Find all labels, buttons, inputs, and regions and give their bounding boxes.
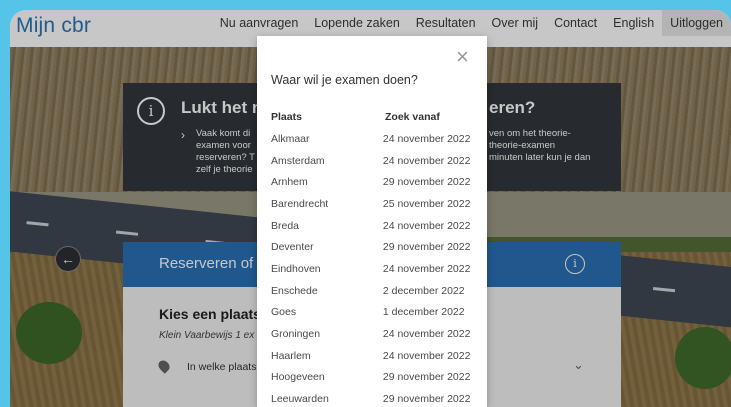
- column-header-place: Plaats: [271, 111, 302, 123]
- location-row[interactable]: Goes 1 december 2022: [271, 302, 481, 324]
- location-place: Arnhem: [271, 176, 308, 189]
- location-place: Alkmaar: [271, 132, 310, 145]
- location-row[interactable]: Groningen 24 november 2022: [271, 323, 481, 345]
- location-list: Alkmaar 24 november 2022 Amsterdam 24 novem…: [271, 128, 481, 407]
- location-modal: × Waar wil je examen doen? Plaats Zoek v…: [257, 36, 487, 407]
- location-row[interactable]: Enschede 2 december 2022: [271, 280, 481, 302]
- location-place: Leeuwarden: [271, 393, 329, 406]
- location-date: 29 november 2022: [382, 176, 471, 189]
- location-place: Goes: [271, 306, 297, 319]
- location-date: 24 november 2022: [382, 154, 471, 167]
- location-place: Enschede: [271, 284, 318, 297]
- location-date: 24 november 2022: [382, 132, 471, 145]
- close-icon[interactable]: ×: [456, 46, 469, 68]
- location-place: Amsterdam: [271, 154, 325, 167]
- location-row[interactable]: Barendrecht 25 november 2022: [271, 193, 481, 215]
- location-date: 29 november 2022: [382, 393, 471, 406]
- location-row[interactable]: Deventer 29 november 2022: [271, 236, 481, 258]
- location-row[interactable]: Breda 24 november 2022: [271, 215, 481, 237]
- location-place: Breda: [271, 219, 300, 232]
- location-date: 24 november 2022: [382, 328, 471, 341]
- location-date: 29 november 2022: [382, 241, 471, 254]
- location-date: 1 december 2022: [382, 306, 465, 319]
- location-date: 24 november 2022: [382, 349, 471, 362]
- location-row[interactable]: Arnhem 29 november 2022: [271, 171, 481, 193]
- location-place: Hoogeveen: [271, 371, 325, 384]
- location-row[interactable]: Leeuwarden 29 november 2022: [271, 388, 481, 407]
- location-place: Haarlem: [271, 349, 311, 362]
- location-row[interactable]: Haarlem 24 november 2022: [271, 345, 481, 367]
- modal-title: Waar wil je examen doen?: [271, 73, 418, 87]
- location-date: 24 november 2022: [382, 219, 471, 232]
- column-header-date: Zoek vanaf: [385, 111, 440, 123]
- location-place: Deventer: [271, 241, 314, 254]
- location-row[interactable]: Amsterdam 24 november 2022: [271, 150, 481, 172]
- location-date: 25 november 2022: [382, 197, 471, 210]
- location-place: Groningen: [271, 328, 321, 341]
- location-date: 2 december 2022: [382, 284, 465, 297]
- location-row[interactable]: Alkmaar 24 november 2022: [271, 128, 481, 150]
- location-place: Eindhoven: [271, 262, 321, 275]
- browser-frame: Mijn cbr Nu aanvragen Lopende zaken Resu…: [10, 10, 731, 407]
- location-row[interactable]: Hoogeveen 29 november 2022: [271, 367, 481, 389]
- location-date: 29 november 2022: [382, 371, 471, 384]
- location-date: 24 november 2022: [382, 262, 471, 275]
- location-row[interactable]: Eindhoven 24 november 2022: [271, 258, 481, 280]
- location-place: Barendrecht: [271, 197, 329, 210]
